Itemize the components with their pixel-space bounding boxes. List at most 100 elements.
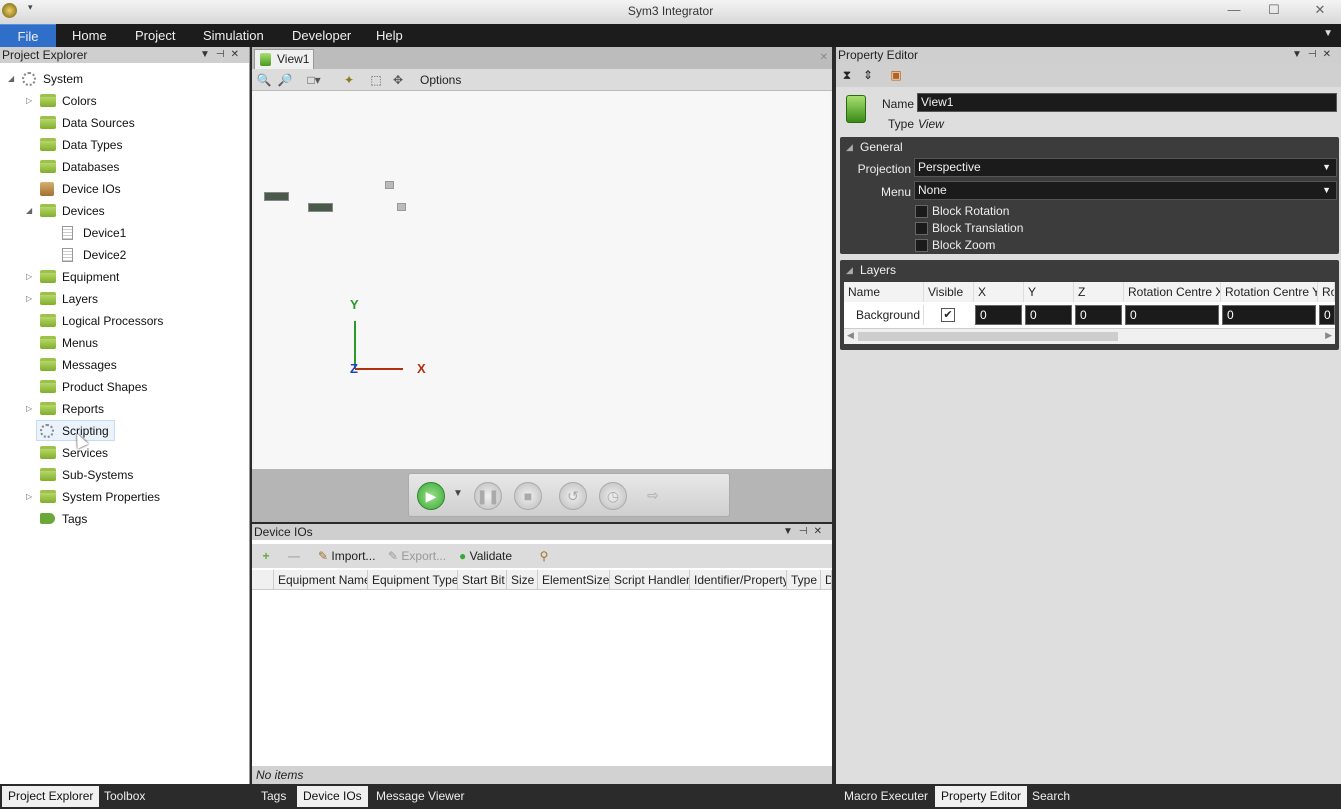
column-start-bit[interactable]: Start Bit — [458, 570, 507, 590]
scroll-right-icon[interactable]: ▶ — [1325, 330, 1332, 341]
column-type[interactable]: Type — [787, 570, 821, 590]
ribbon-collapse-icon[interactable]: ▼ — [1323, 28, 1333, 39]
tree-item-messages[interactable]: Messages — [26, 355, 117, 375]
step-button[interactable]: ⇨ — [639, 482, 667, 510]
layer-y-input[interactable]: 0 — [1025, 305, 1072, 325]
tab-toolbox[interactable]: Toolbox — [98, 786, 151, 807]
close-icon[interactable]: ✕ — [231, 49, 245, 60]
menu-help[interactable]: Help — [370, 24, 409, 47]
collapse-arrow-icon[interactable]: ◢ — [26, 201, 32, 221]
column-x[interactable]: X — [974, 282, 1024, 302]
tree-item-product-shapes[interactable]: Product Shapes — [26, 377, 147, 397]
menu-home[interactable]: Home — [66, 24, 113, 47]
menu-developer[interactable]: Developer — [286, 24, 357, 47]
play-button[interactable]: ▶ — [417, 482, 445, 510]
tree-item-system[interactable]: ◢ System — [8, 69, 83, 89]
expand-all-icon[interactable]: ⇕ — [860, 67, 876, 83]
column-name[interactable]: Name — [844, 282, 924, 302]
shape-select-icon[interactable]: □▾ — [306, 72, 322, 88]
column-rotation-centre-x[interactable]: Rotation Centre X — [1124, 282, 1221, 302]
conveyor-object[interactable] — [308, 203, 333, 212]
maximize-icon[interactable]: ☐ — [1264, 2, 1284, 18]
column-rotation-centre-y[interactable]: Rotation Centre Y — [1221, 282, 1318, 302]
layer-name-cell[interactable]: Background — [844, 305, 924, 325]
column-size[interactable]: Size — [507, 570, 538, 590]
layer-ro-input[interactable]: 0 — [1319, 305, 1335, 325]
import-button[interactable]: ✎ Import... — [318, 549, 375, 563]
tab-macro-executer[interactable]: Macro Executer — [838, 786, 934, 807]
pin-icon[interactable]: ⊣ — [799, 526, 814, 537]
panel-dropdown-icon[interactable]: ▼ — [783, 526, 799, 537]
column-y[interactable]: Y — [1024, 282, 1074, 302]
close-icon[interactable]: ✕ — [1310, 2, 1330, 18]
link-icon[interactable]: ⚲ — [536, 548, 552, 564]
expand-arrow-icon[interactable]: ▷ — [26, 487, 32, 507]
pause-button[interactable]: ❚❚ — [474, 482, 502, 510]
block-translation-checkbox[interactable] — [915, 222, 928, 235]
layer-rotation-centre-x-input[interactable]: 0 — [1125, 305, 1219, 325]
remove-icon[interactable]: — — [286, 548, 302, 564]
tree-item-sub-systems[interactable]: Sub-Systems — [26, 465, 133, 485]
menu-dropdown[interactable]: None ▼ — [914, 181, 1337, 200]
tree-item-device-ios[interactable]: Device IOs — [26, 179, 121, 199]
options-button[interactable]: Options — [420, 72, 461, 88]
reset-button[interactable]: ↺ — [559, 482, 587, 510]
expand-arrow-icon[interactable]: ▷ — [26, 91, 32, 111]
clock-button[interactable]: ◷ — [599, 482, 627, 510]
tab-device-ios[interactable]: Device IOs — [297, 786, 368, 807]
expand-arrow-icon[interactable]: ▷ — [26, 267, 32, 287]
block-zoom-checkbox[interactable] — [915, 239, 928, 252]
zoom-in-icon[interactable]: 🔍 — [256, 72, 272, 88]
horizontal-scrollbar[interactable]: ◀ ▶ — [844, 328, 1335, 344]
tree-item-reports[interactable]: ▷ Reports — [26, 399, 104, 419]
column-script-handler[interactable]: Script Handler — [610, 570, 690, 590]
column-d[interactable]: D — [821, 570, 832, 590]
layer-x-input[interactable]: 0 — [975, 305, 1022, 325]
column-ro[interactable]: Ro — [1318, 282, 1335, 302]
pin-icon[interactable]: ⊣ — [1308, 49, 1323, 60]
tab-tags[interactable]: Tags — [255, 786, 292, 807]
validate-button[interactable]: ● Validate — [459, 549, 512, 563]
layer-z-input[interactable]: 0 — [1075, 305, 1122, 325]
column-visible[interactable]: Visible — [924, 282, 974, 302]
collapse-arrow-icon[interactable]: ◢ — [846, 137, 853, 157]
menu-simulation[interactable]: Simulation — [197, 24, 270, 47]
zoom-out-icon[interactable]: 🔎 — [277, 72, 293, 88]
tree-item-data-types[interactable]: Data Types — [26, 135, 122, 155]
panel-dropdown-icon[interactable]: ▼ — [200, 49, 216, 60]
column-equipment-name[interactable]: Equipment Name — [274, 570, 368, 590]
tree-item-device1[interactable]: Device1 — [48, 223, 126, 243]
collapse-all-icon[interactable]: ⧗ — [839, 67, 855, 83]
pin-icon[interactable]: ⊣ — [216, 49, 231, 60]
tree-item-system-properties[interactable]: ▷ System Properties — [26, 487, 160, 507]
add-icon[interactable]: + — [258, 548, 274, 564]
layers-section-header[interactable]: ◢ Layers — [840, 260, 1339, 280]
tool-icon[interactable]: ✦ — [341, 72, 357, 88]
tree-item-layers[interactable]: ▷ Layers — [26, 289, 98, 309]
device-object[interactable] — [397, 203, 406, 211]
scroll-left-icon[interactable]: ◀ — [847, 330, 854, 341]
block-rotation-checkbox[interactable] — [915, 205, 928, 218]
tab-property-editor[interactable]: Property Editor — [935, 786, 1028, 807]
projection-dropdown[interactable]: Perspective ▼ — [914, 158, 1337, 177]
name-field[interactable]: View1 — [917, 93, 1337, 112]
play-options-dropdown-icon[interactable]: ▼ — [453, 488, 463, 499]
tab-close-icon[interactable]: ✕ — [820, 52, 828, 63]
property-pages-icon[interactable]: ▣ — [888, 67, 904, 83]
general-section-header[interactable]: ◢ General — [840, 137, 1339, 157]
tree-item-device2[interactable]: Device2 — [48, 245, 126, 265]
column-header[interactable] — [252, 570, 274, 590]
tab-message-viewer[interactable]: Message Viewer — [370, 786, 471, 807]
minimize-icon[interactable]: — — [1224, 2, 1244, 18]
tree-item-menus[interactable]: Menus — [26, 333, 98, 353]
panel-dropdown-icon[interactable]: ▼ — [1292, 49, 1308, 60]
expand-arrow-icon[interactable]: ▷ — [26, 399, 32, 419]
scrollbar-thumb[interactable] — [858, 332, 1118, 341]
tree-item-services[interactable]: Services — [26, 443, 108, 463]
conveyor-object[interactable] — [264, 192, 289, 201]
column-element-size[interactable]: ElementSize — [538, 570, 610, 590]
tab-project-explorer[interactable]: Project Explorer — [2, 786, 100, 807]
menu-file[interactable]: File — [0, 24, 56, 47]
tree-item-databases[interactable]: Databases — [26, 157, 119, 177]
stop-button[interactable]: ■ — [514, 482, 542, 510]
